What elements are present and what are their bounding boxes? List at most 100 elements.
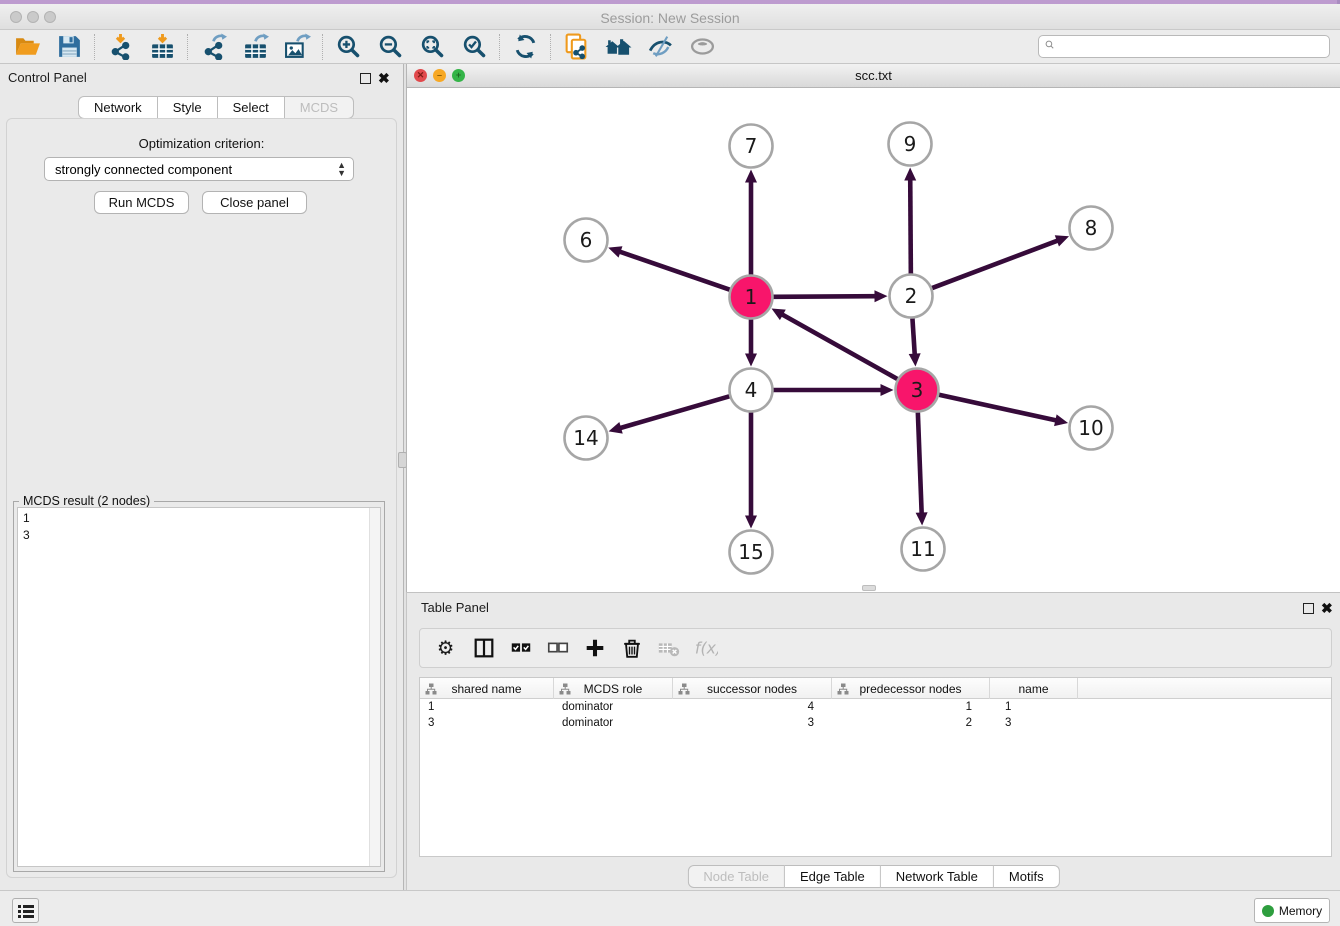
graph-node-1[interactable]: 1 xyxy=(730,276,773,319)
export-image-button[interactable] xyxy=(276,32,318,62)
graph-edge-1-7[interactable] xyxy=(745,170,757,275)
zoom-out-button[interactable] xyxy=(369,32,411,62)
zoom-in-button[interactable] xyxy=(327,32,369,62)
import-network-button[interactable] xyxy=(99,32,141,62)
network-resize-grip[interactable] xyxy=(862,585,876,591)
graph-edge-2-9[interactable] xyxy=(904,167,916,273)
open-folder-button[interactable] xyxy=(6,32,48,62)
tab-edge-table[interactable]: Edge Table xyxy=(785,865,881,888)
table-close-icon[interactable]: ✖ xyxy=(1321,601,1333,615)
graph-edge-3-1[interactable] xyxy=(772,308,898,379)
table-row[interactable]: 1dominator411 xyxy=(420,699,1331,715)
graph-node-4[interactable]: 4 xyxy=(730,369,773,412)
table-float-icon[interactable] xyxy=(1303,603,1314,614)
svg-text:15: 15 xyxy=(738,540,763,564)
split-columns-button[interactable] xyxy=(465,633,502,663)
graph-edge-1-2[interactable] xyxy=(773,290,887,302)
close-panel-icon[interactable]: ✖ xyxy=(378,71,390,85)
refresh-button[interactable] xyxy=(504,32,546,62)
graph-node-10[interactable]: 10 xyxy=(1070,407,1113,450)
table-cell: 1 xyxy=(420,699,554,715)
show-eye-button[interactable] xyxy=(681,32,723,62)
table-header-row: shared name MCDS role successor nodesprede… xyxy=(420,678,1331,699)
delete-table-button[interactable] xyxy=(650,633,687,663)
export-table-icon xyxy=(242,33,269,60)
tab-network[interactable]: Network xyxy=(78,96,158,119)
graph-edge-3-10[interactable] xyxy=(939,395,1068,426)
tab-style[interactable]: Style xyxy=(158,96,218,119)
graph-node-8[interactable]: 8 xyxy=(1070,207,1113,250)
export-table-button[interactable] xyxy=(234,32,276,62)
tab-select[interactable]: Select xyxy=(218,96,285,119)
svg-text:8: 8 xyxy=(1085,216,1098,240)
window-titlebar: Session: New Session xyxy=(0,4,1340,30)
task-history-button[interactable] xyxy=(12,898,39,923)
tab-mcds[interactable]: MCDS xyxy=(285,96,354,119)
graph-edge-3-11[interactable] xyxy=(916,412,928,525)
close-panel-button[interactable]: Close panel xyxy=(202,191,307,214)
column-header-successor-nodes[interactable]: successor nodes xyxy=(673,678,832,699)
graph-node-9[interactable]: 9 xyxy=(889,123,932,166)
tab-node-table[interactable]: Node Table xyxy=(687,865,785,888)
home-button[interactable] xyxy=(597,32,639,62)
column-header-predecessor-nodes[interactable]: predecessor nodes xyxy=(832,678,990,699)
hide-panel-button[interactable] xyxy=(639,32,681,62)
network-window-title: scc.txt xyxy=(407,68,1340,83)
graph-edge-4-14[interactable] xyxy=(609,396,730,433)
column-sort-icon xyxy=(678,683,690,695)
select-all-checkboxes-button[interactable] xyxy=(502,633,539,663)
graph-edge-4-3[interactable] xyxy=(774,384,894,396)
float-panel-icon[interactable] xyxy=(360,73,371,84)
zoom-fit-button[interactable] xyxy=(411,32,453,62)
import-table-button[interactable] xyxy=(141,32,183,62)
column-header-mcds-role[interactable]: MCDS role xyxy=(554,678,673,699)
save-button[interactable] xyxy=(48,32,90,62)
gear-button[interactable]: ⚙ xyxy=(428,633,465,663)
graph-edge-4-15[interactable] xyxy=(745,413,757,529)
run-mcds-button[interactable]: Run MCDS xyxy=(94,191,189,214)
tab-motifs[interactable]: Motifs xyxy=(994,865,1060,888)
toolbar-separator xyxy=(187,34,188,60)
graph-edge-2-8[interactable] xyxy=(932,235,1069,288)
graph-node-7[interactable]: 7 xyxy=(730,125,773,168)
graph-node-15[interactable]: 15 xyxy=(730,531,773,574)
column-label: MCDS role xyxy=(584,682,643,696)
memory-button[interactable]: Memory xyxy=(1254,898,1330,923)
criterion-dropdown[interactable]: strongly connected component ▲▼ xyxy=(44,157,354,181)
graph-edge-1-6[interactable] xyxy=(608,246,730,289)
deselect-checkboxes-button[interactable] xyxy=(539,633,576,663)
clone-network-button[interactable] xyxy=(555,32,597,62)
column-header-shared-name[interactable]: shared name xyxy=(420,678,554,699)
add-column-icon xyxy=(583,636,607,660)
graph-node-11[interactable]: 11 xyxy=(902,528,945,571)
table-toolbar: ⚙ f(x) xyxy=(419,628,1332,668)
graph-edge-1-4[interactable] xyxy=(745,320,757,367)
tab-network-table[interactable]: Network Table xyxy=(881,865,994,888)
svg-text:f(x): f(x) xyxy=(694,639,717,658)
search-input[interactable] xyxy=(1060,37,1329,56)
graph-node-6[interactable]: 6 xyxy=(565,219,608,262)
graph-node-14[interactable]: 14 xyxy=(565,417,608,460)
delete-column-button[interactable] xyxy=(613,633,650,663)
svg-text:10: 10 xyxy=(1078,416,1103,440)
mcds-result-line: 3 xyxy=(23,527,375,544)
status-bar: Memory xyxy=(0,890,1340,926)
clone-network-icon xyxy=(563,33,590,60)
function-builder-button[interactable]: f(x) xyxy=(687,633,724,663)
result-scrollbar[interactable] xyxy=(369,508,380,866)
network-window-titlebar[interactable]: ✕ – + scc.txt xyxy=(407,64,1340,88)
split-columns-icon xyxy=(472,636,496,660)
export-network-button[interactable] xyxy=(192,32,234,62)
graph-edge-2-3[interactable] xyxy=(909,318,921,366)
table-row[interactable]: 3dominator323 xyxy=(420,715,1331,731)
column-header-name[interactable]: name xyxy=(990,678,1078,699)
mcds-result-textarea[interactable]: 13 xyxy=(17,507,381,867)
network-graph-canvas[interactable]: 7 9 6 8 1 2 4 3 14 10 15 11 xyxy=(407,88,1340,592)
graph-node-2[interactable]: 2 xyxy=(890,275,933,318)
graph-node-3[interactable]: 3 xyxy=(896,369,939,412)
add-column-button[interactable] xyxy=(576,633,613,663)
table-panel-title: Table Panel xyxy=(421,600,489,615)
toolbar-separator xyxy=(322,34,323,60)
mcds-result-line: 1 xyxy=(23,510,375,527)
zoom-selected-button[interactable] xyxy=(453,32,495,62)
